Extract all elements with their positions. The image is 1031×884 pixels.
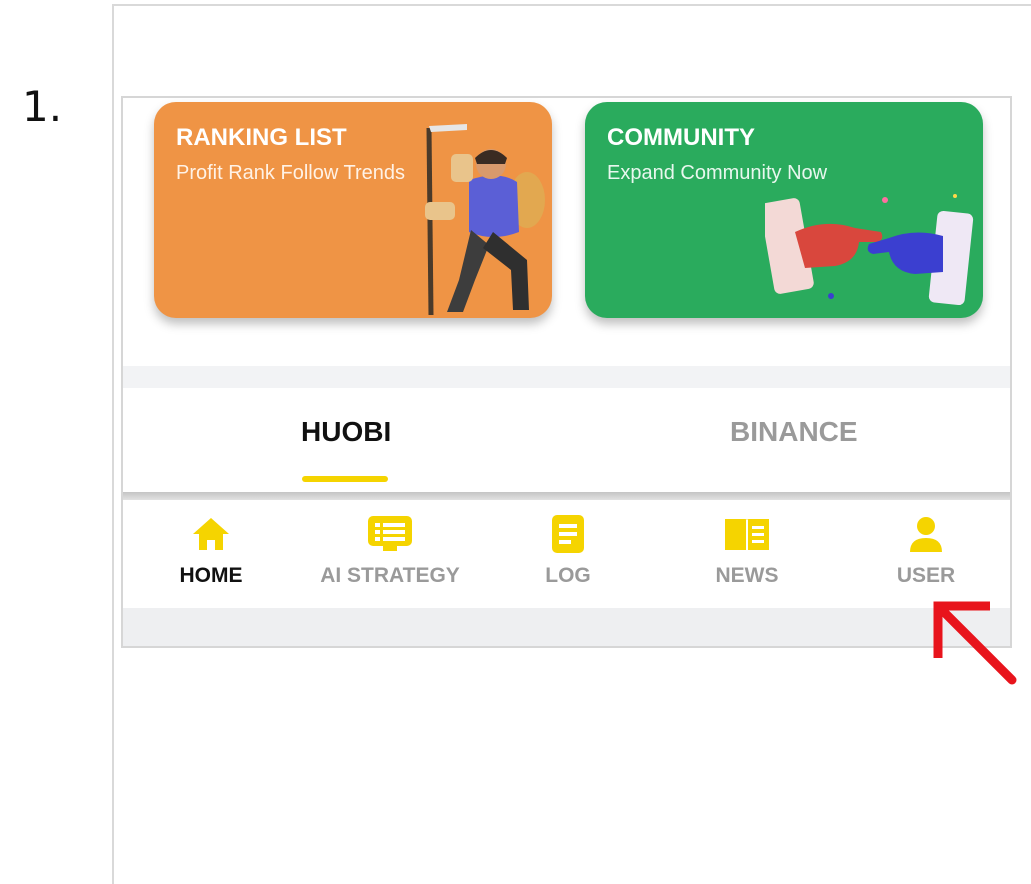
nav-item-home[interactable]: HOME [131,514,291,588]
app-screenshot: RANKING LIST Profit Rank Follow Trends C… [121,96,1012,648]
nav-label-news: NEWS [715,564,779,587]
red-arrow-annotation-icon [933,601,1017,685]
community-card-subtitle: Expand Community Now [607,162,828,184]
tab-huobi[interactable]: HUOBI [301,416,391,448]
news-icon [725,519,769,550]
tab-binance[interactable]: BINANCE [730,416,858,448]
ranking-list-card[interactable]: RANKING LIST Profit Rank Follow Trends [154,102,552,318]
step-number: 1. [22,82,63,131]
community-card-title: COMMUNITY [607,124,755,151]
nav-item-ai-strategy[interactable]: AI STRATEGY [310,514,470,588]
nav-label-user: USER [896,564,956,587]
nav-label-home: HOME [179,564,243,587]
user-icon [910,517,942,552]
community-card[interactable]: COMMUNITY Expand Community Now [585,102,983,318]
nav-label-ai-strategy: AI STRATEGY [320,564,460,587]
nav-item-user[interactable]: USER [846,514,1006,588]
bottom-nav: HOME AI STRATEGY LOG NEWS USER [123,500,1010,608]
nav-item-news[interactable]: NEWS [667,514,827,588]
nav-item-log[interactable]: LOG [488,514,648,588]
strategy-icon [368,516,412,551]
ranking-card-title: RANKING LIST [176,124,347,151]
nav-label-log: LOG [545,564,591,587]
home-icon [193,518,229,550]
hiker-illustration [425,124,545,316]
nav-divider [123,492,1010,500]
ranking-card-subtitle: Profit Rank Follow Trends [176,162,405,184]
log-icon [552,515,584,553]
tab-active-indicator [302,476,388,482]
bottom-gray-band [123,608,1010,646]
handshake-illustration [765,194,974,306]
gray-separator [123,366,1010,388]
